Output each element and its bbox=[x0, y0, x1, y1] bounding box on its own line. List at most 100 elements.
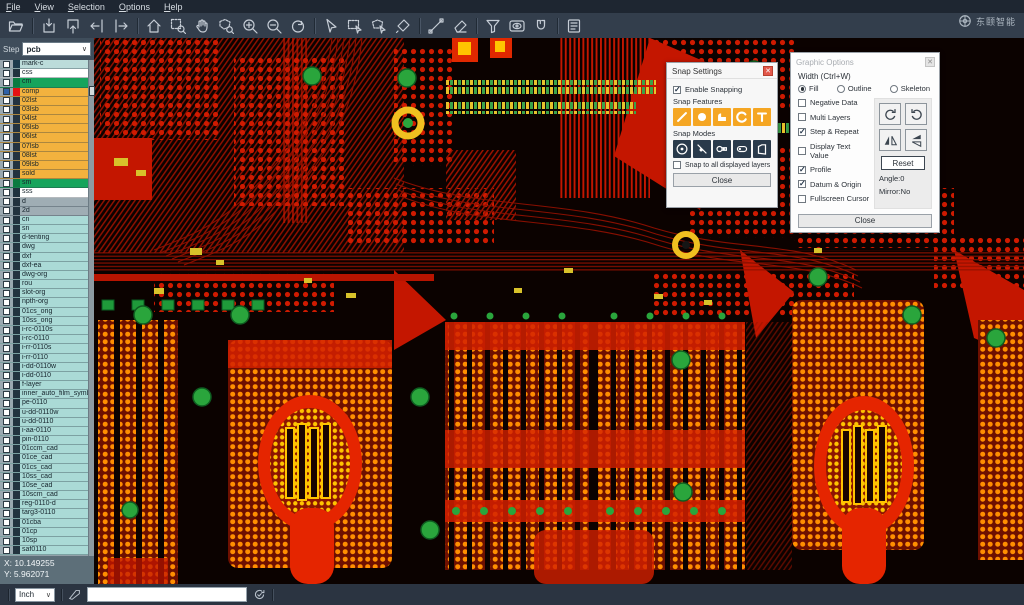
layer-row-dxf-ea[interactable]: dxf-ea bbox=[0, 262, 94, 271]
graphic-dialog-titlebar[interactable]: Graphic Options ✕ bbox=[791, 53, 939, 69]
layer-row-sss[interactable]: sss bbox=[0, 188, 94, 197]
close-icon[interactable]: ✕ bbox=[763, 66, 773, 76]
layer-row-sold[interactable]: sold bbox=[0, 170, 94, 179]
layer-color-swatch[interactable] bbox=[13, 491, 20, 499]
snap-slot-button[interactable] bbox=[733, 140, 751, 158]
layer-visibility-checkbox[interactable] bbox=[0, 133, 13, 141]
layer-row-10ss_orig[interactable]: 10ss_orig bbox=[0, 317, 94, 326]
layer-visibility-checkbox[interactable] bbox=[0, 253, 13, 261]
close-icon[interactable]: ✕ bbox=[925, 57, 935, 67]
layer-color-swatch[interactable] bbox=[13, 78, 20, 86]
layer-visibility-checkbox[interactable] bbox=[0, 509, 13, 517]
layer-row-cn[interactable]: cn bbox=[0, 216, 94, 225]
layer-row-css[interactable]: css bbox=[0, 69, 94, 78]
layer-color-swatch[interactable] bbox=[13, 372, 20, 380]
layer-row-05lsb[interactable]: 05lsb bbox=[0, 124, 94, 133]
zoom-polygon-button[interactable] bbox=[214, 15, 238, 36]
layer-visibility-checkbox[interactable] bbox=[0, 289, 13, 297]
menu-view[interactable]: View bbox=[35, 2, 54, 12]
checkbox-negative-data[interactable]: Negative Data bbox=[798, 98, 870, 107]
layer-color-swatch[interactable] bbox=[13, 198, 20, 206]
layer-color-swatch[interactable] bbox=[13, 243, 20, 251]
page-left-button[interactable] bbox=[85, 15, 109, 36]
layer-color-swatch[interactable] bbox=[13, 253, 20, 261]
mirror-vertical-button[interactable] bbox=[905, 129, 927, 151]
zoom-window-button[interactable] bbox=[166, 15, 190, 36]
layer-row-07lsb[interactable]: 07lsb bbox=[0, 143, 94, 152]
layer-row-01cba[interactable]: 01cba bbox=[0, 519, 94, 528]
menu-options[interactable]: Options bbox=[119, 2, 150, 12]
snap-arc-button[interactable] bbox=[733, 108, 751, 126]
layer-visibility-checkbox[interactable] bbox=[0, 464, 13, 472]
layer-visibility-checkbox[interactable] bbox=[0, 207, 13, 215]
layer-visibility-checkbox[interactable] bbox=[0, 179, 13, 187]
layer-visibility-checkbox[interactable] bbox=[0, 170, 13, 178]
layer-color-swatch[interactable] bbox=[13, 482, 20, 490]
snap-dialog-titlebar[interactable]: Snap Settings ✕ bbox=[667, 63, 777, 79]
checkbox-fullscreen-cursor[interactable]: Fullscreen Cursor bbox=[798, 194, 870, 203]
snap-magnet-button[interactable] bbox=[529, 15, 553, 36]
layer-visibility-checkbox[interactable] bbox=[0, 354, 13, 362]
import-button[interactable] bbox=[37, 15, 61, 36]
layer-visibility-checkbox[interactable] bbox=[0, 308, 13, 316]
layer-visibility-checkbox[interactable] bbox=[0, 188, 13, 196]
layer-row-i-dd-0110w[interactable]: i-dd-0110w bbox=[0, 363, 94, 372]
layer-visibility-checkbox[interactable] bbox=[0, 482, 13, 490]
zoom-out-button[interactable] bbox=[262, 15, 286, 36]
layer-visibility-checkbox[interactable] bbox=[0, 519, 13, 527]
checkbox-profile[interactable]: Profile bbox=[798, 165, 870, 174]
pan-button[interactable] bbox=[190, 15, 214, 36]
checkbox-step-repeat[interactable]: Step & Repeat bbox=[798, 127, 870, 136]
layer-row-rou[interactable]: rou bbox=[0, 280, 94, 289]
layer-color-swatch[interactable] bbox=[13, 106, 20, 114]
layer-visibility-checkbox[interactable] bbox=[0, 198, 13, 206]
layer-color-swatch[interactable] bbox=[13, 234, 20, 242]
layer-visibility-checkbox[interactable] bbox=[0, 418, 13, 426]
layer-color-swatch[interactable] bbox=[13, 335, 20, 343]
open-button[interactable] bbox=[4, 15, 28, 36]
layer-visibility-checkbox[interactable] bbox=[0, 363, 13, 371]
layer-visibility-checkbox[interactable] bbox=[0, 298, 13, 306]
layer-visibility-checkbox[interactable] bbox=[0, 243, 13, 251]
menu-help[interactable]: Help bbox=[164, 2, 183, 12]
layer-color-swatch[interactable] bbox=[13, 445, 20, 453]
layer-row-pe-0110[interactable]: pe-0110 bbox=[0, 399, 94, 408]
checkbox-datum-origin[interactable]: Datum & Origin bbox=[798, 180, 870, 189]
layer-row-i-rc-0110s[interactable]: i-rc-0110s bbox=[0, 326, 94, 335]
highlight-brush-button[interactable] bbox=[391, 15, 415, 36]
layer-color-swatch[interactable] bbox=[13, 473, 20, 481]
layer-color-swatch[interactable] bbox=[13, 326, 20, 334]
layer-visibility-checkbox[interactable] bbox=[0, 106, 13, 114]
layer-row-targ3-0110[interactable]: targ3-0110 bbox=[0, 509, 94, 518]
layer-row-01cp[interactable]: 01cp bbox=[0, 528, 94, 537]
snap-center-button[interactable] bbox=[673, 140, 691, 158]
home-button[interactable] bbox=[142, 15, 166, 36]
checkbox-display-text-value[interactable]: Display Text Value bbox=[798, 142, 870, 160]
layer-color-swatch[interactable] bbox=[13, 500, 20, 508]
unit-select[interactable]: Inch ∨ bbox=[15, 588, 55, 602]
layer-color-swatch[interactable] bbox=[13, 418, 20, 426]
enable-snapping-checkbox[interactable]: Enable Snapping bbox=[673, 85, 771, 94]
layer-color-swatch[interactable] bbox=[13, 161, 20, 169]
select-polygon-button[interactable] bbox=[367, 15, 391, 36]
layer-visibility-checkbox[interactable] bbox=[0, 271, 13, 279]
snap-close-button[interactable]: Close bbox=[673, 173, 771, 187]
zoom-in-button[interactable] bbox=[238, 15, 262, 36]
snap-contour-button[interactable] bbox=[753, 140, 771, 158]
layer-visibility-checkbox[interactable] bbox=[0, 262, 13, 270]
scrollbar-thumb[interactable] bbox=[89, 86, 95, 96]
layer-color-swatch[interactable] bbox=[13, 427, 20, 435]
layer-row-02lst[interactable]: 02lst bbox=[0, 97, 94, 106]
layer-color-swatch[interactable] bbox=[13, 436, 20, 444]
step-select[interactable]: pcb ∨ bbox=[22, 42, 91, 56]
layer-row-npth-org[interactable]: npth-org bbox=[0, 298, 94, 307]
layer-row-sn[interactable]: sn bbox=[0, 225, 94, 234]
layer-visibility-checkbox[interactable] bbox=[0, 143, 13, 151]
zoom-previous-button[interactable] bbox=[286, 15, 310, 36]
layer-visibility-checkbox[interactable] bbox=[0, 454, 13, 462]
layer-row-mark-c[interactable]: mark-c bbox=[0, 60, 94, 69]
layer-row-03lsb[interactable]: 03lsb bbox=[0, 106, 94, 115]
layer-row-dxf[interactable]: dxf bbox=[0, 253, 94, 262]
snap-closest-point-button[interactable] bbox=[693, 140, 711, 158]
layer-visibility-checkbox[interactable] bbox=[0, 537, 13, 545]
